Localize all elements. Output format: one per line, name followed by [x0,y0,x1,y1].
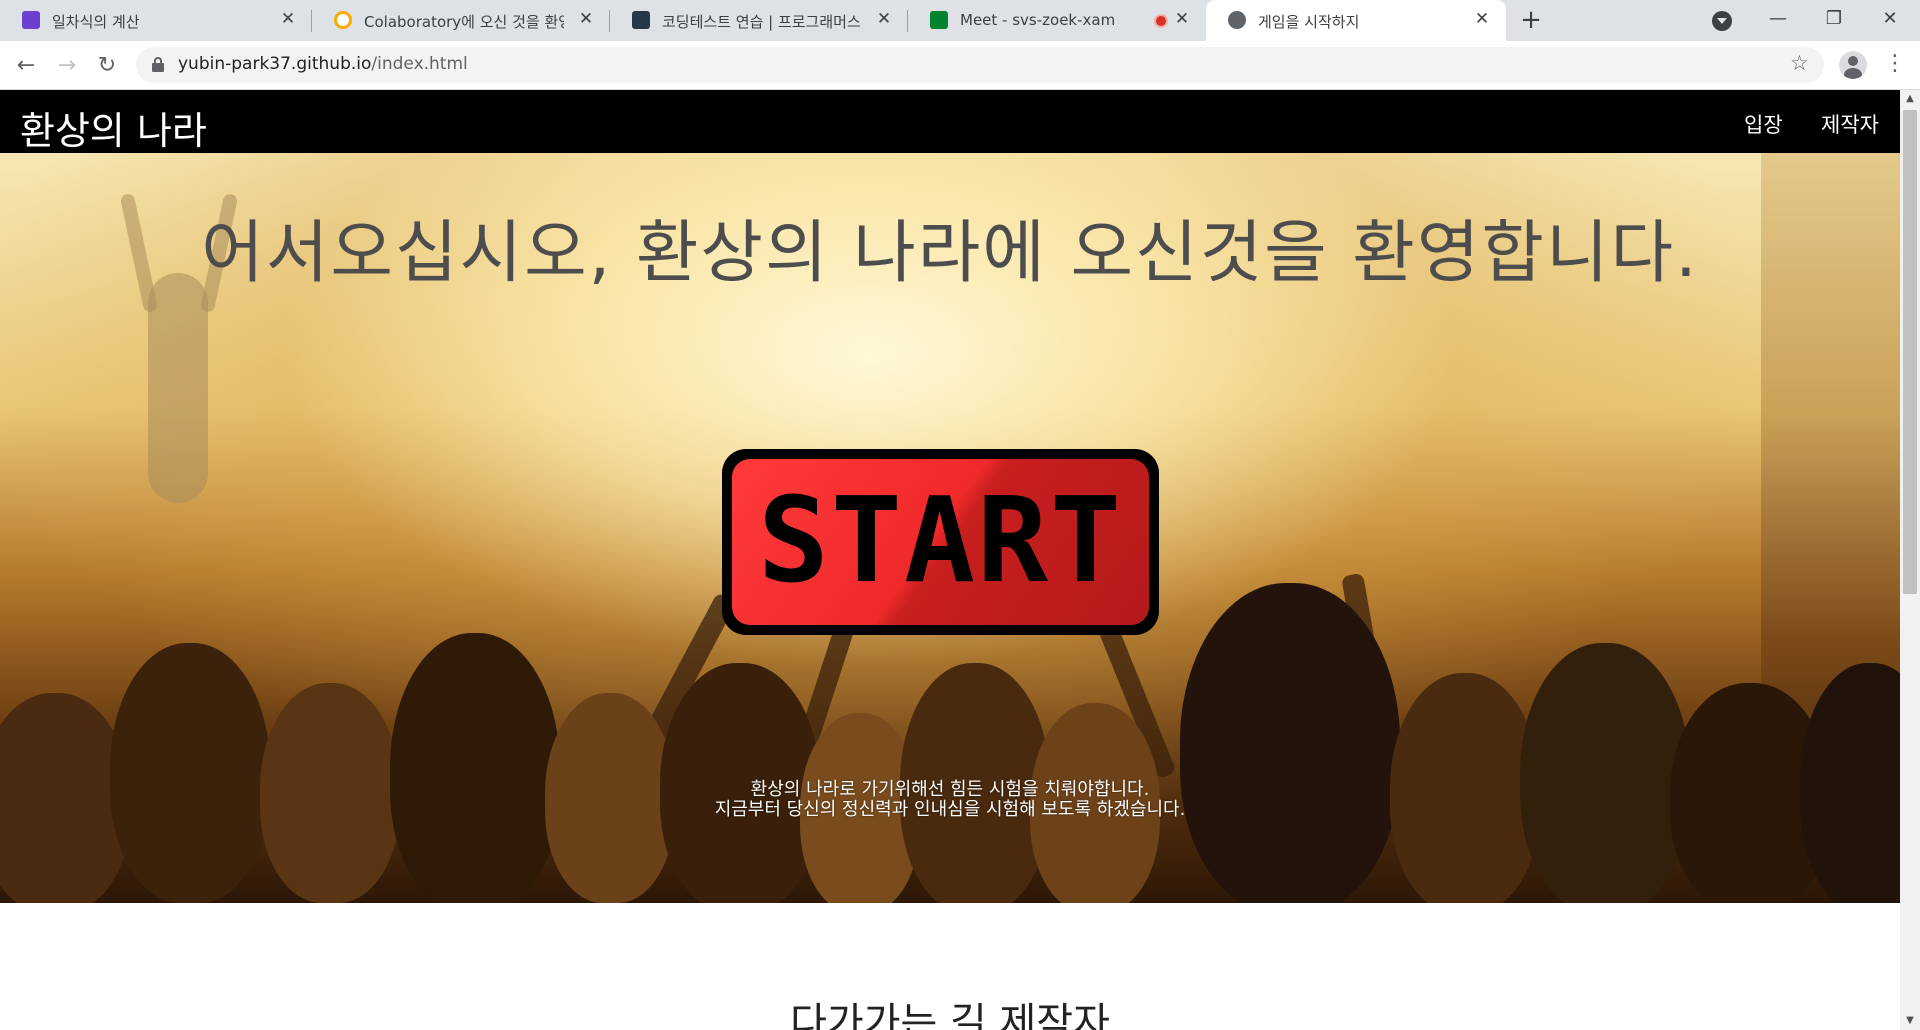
tab-3[interactable]: 코딩테스트 연습 | 프로그래머스 ✕ [610,0,908,41]
profile-avatar-icon[interactable] [1839,51,1867,79]
page-scrollbar[interactable]: ▲ ▼ [1900,90,1920,1030]
tab-title: 게임을 시작하지 [1258,13,1360,31]
tab-close-icon[interactable]: ✕ [874,9,894,29]
globe-icon [1228,11,1246,29]
browser-menu-icon[interactable]: ⋮ [1884,51,1906,79]
nav-link-enter[interactable]: 입장 [1744,109,1783,139]
address-text[interactable]: yubin-park37.github.io/index.html [178,54,468,74]
tab-close-icon[interactable]: ✕ [576,9,596,29]
tab-4[interactable]: Meet - svs-zoek-xam ✕ [908,0,1206,41]
scroll-thumb[interactable] [1903,110,1917,594]
browser-toolbar: ← → ↻ yubin-park37.github.io/index.html … [0,41,1920,90]
crowd-head [110,643,270,903]
notice-line-1: 환상의 나라로 가기위해선 힘든 시험을 치뤄야합니다. [750,779,1150,800]
forward-icon[interactable]: → [51,50,83,82]
url-host: yubin-park37.github.io [178,54,372,74]
tab-1[interactable]: 일차식의 계산 ✕ [0,0,312,41]
lock-icon[interactable] [152,57,164,72]
window-close-icon[interactable]: ✕ [1862,0,1918,41]
tab-title: Meet - svs-zoek-xam [960,11,1116,29]
crowd-head [1520,643,1690,903]
tab-5-active[interactable]: 게임을 시작하지 ✕ [1206,0,1506,41]
site-navbar: 환상의 나라 입장 제작자 [0,90,1900,153]
tab-close-icon[interactable]: ✕ [1172,9,1192,29]
tab-search-icon[interactable] [1712,11,1732,31]
crowd-head [1180,583,1400,903]
welcome-heading: 어서오십시오, 환상의 나라에 오신것을 환영합니다. [201,214,1699,293]
crowd-head [390,633,560,903]
reload-icon[interactable]: ↻ [91,50,123,82]
tab-strip: 일차식의 계산 ✕ Colaboratory에 오신 것을 환영합니다 ✕ 코딩… [0,0,1920,41]
site-brand[interactable]: 환상의 나라 [20,100,207,155]
meet-icon [930,11,948,29]
tab-title: 일차식의 계산 [52,13,140,31]
minimize-icon[interactable]: — [1750,0,1806,41]
performer-silhouette [148,273,208,503]
nav-link-creator[interactable]: 제작자 [1821,109,1879,139]
restore-icon[interactable]: ❐ [1806,0,1862,41]
tab-title: 코딩테스트 연습 | 프로그래머스 [662,13,861,31]
recording-icon [1154,14,1168,28]
colab-icon [334,11,352,29]
section-heading-partial: 다가가는 길 제작자 [790,1000,1110,1030]
start-button-label: START [757,471,1124,609]
new-tab-icon[interactable]: + [1516,6,1546,36]
start-button[interactable]: START [722,449,1159,635]
back-icon[interactable]: ← [10,50,42,82]
intro-notice: 환상의 나라로 가기위해선 힘든 시험을 치뤄야합니다. 지금부터 당신의 정신… [0,780,1900,820]
tab-title: Colaboratory에 오신 것을 환영합니다 [364,13,564,31]
tab-close-icon[interactable]: ✕ [278,9,298,29]
scroll-up-icon[interactable]: ▲ [1900,90,1920,108]
list-icon [22,11,40,29]
scroll-down-icon[interactable]: ▼ [1900,1012,1920,1030]
bookmark-star-icon[interactable]: ☆ [1790,51,1809,75]
page-viewport: 환상의 나라 입장 제작자 어서오십시오, 환상의 나라에 오신것을 환영합니다… [0,90,1900,1030]
programmers-icon [632,11,650,29]
tab-close-icon[interactable]: ✕ [1472,9,1492,29]
hero-section: 어서오십시오, 환상의 나라에 오신것을 환영합니다. START 환상의 나라… [0,153,1900,903]
url-path: /index.html [371,54,468,74]
tab-2[interactable]: Colaboratory에 오신 것을 환영합니다 ✕ [312,0,610,41]
notice-line-2: 지금부터 당신의 정신력과 인내심을 시험해 보도록 하겠습니다. [714,799,1186,820]
